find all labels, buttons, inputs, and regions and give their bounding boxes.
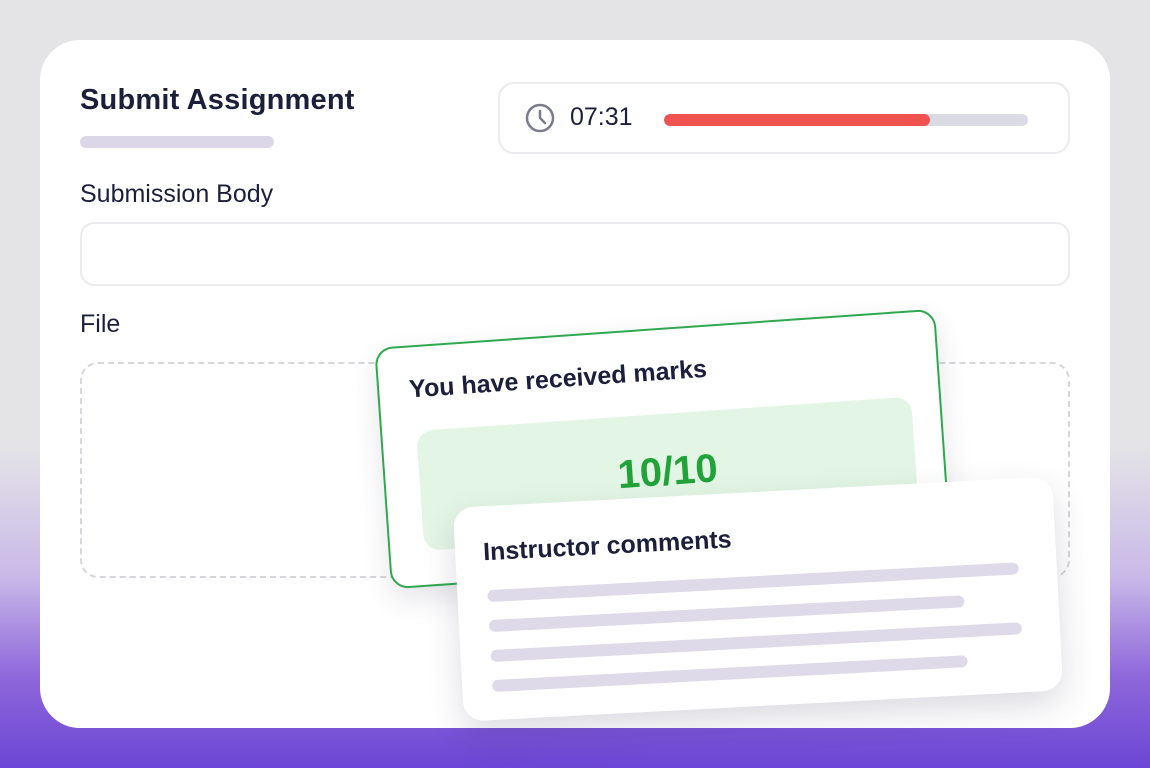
comment-line bbox=[491, 655, 968, 693]
marks-heading: You have received marks bbox=[408, 354, 708, 404]
timer-progress-bar bbox=[664, 114, 1028, 126]
timer-progress-fill bbox=[664, 114, 930, 126]
timer-panel: 07:31 bbox=[498, 82, 1070, 154]
file-label: File bbox=[80, 310, 121, 338]
time-remaining: 07:31 bbox=[570, 103, 633, 131]
title-underline bbox=[80, 136, 274, 148]
submission-body-input[interactable] bbox=[80, 222, 1070, 286]
clock-icon bbox=[525, 103, 555, 133]
submission-body-label: Submission Body bbox=[80, 180, 274, 208]
instructor-comments-card: Instructor comments bbox=[452, 476, 1064, 722]
page-title: Submit Assignment bbox=[80, 84, 355, 116]
comments-heading: Instructor comments bbox=[482, 525, 733, 567]
comment-line bbox=[488, 595, 965, 633]
